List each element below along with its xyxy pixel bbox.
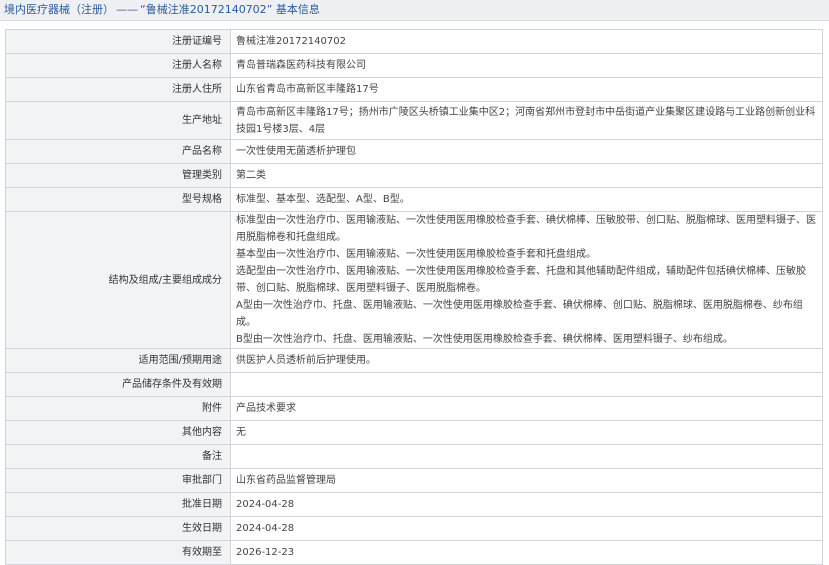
header-separator: ——: [116, 3, 138, 16]
table-row: 备注: [5, 444, 823, 469]
header-suffix: 基本信息: [275, 3, 320, 16]
row-value: 2024-04-28: [230, 516, 823, 541]
row-value: 标准型、基本型、选配型、A型、B型。: [230, 187, 823, 212]
row-value: 青岛市高新区丰隆路17号；扬州市广陵区头桥镇工业集中区2；河南省郑州市登封市中岳…: [230, 101, 823, 140]
header-category: 境内医疗器械（注册）: [4, 3, 114, 16]
row-value: [230, 444, 823, 469]
table-row: 有效期至 2026-12-23: [5, 540, 823, 565]
row-label: 注册证编号: [5, 29, 231, 54]
info-table-wrapper: 注册证编号 鲁械注准20172140702 注册人名称 青岛普瑞森医药科技有限公…: [0, 21, 829, 565]
table-row: 生产地址 青岛市高新区丰隆路17号；扬州市广陵区头桥镇工业集中区2；河南省郑州市…: [5, 101, 823, 140]
row-value: 无: [230, 420, 823, 445]
row-value: 供医护人员透析前后护理使用。: [230, 348, 823, 373]
composition-line: 基本型由一次性治疗巾、医用输液贴、一次性使用医用橡胶检查手套和托盘组成。: [236, 249, 596, 260]
row-label: 注册人名称: [5, 53, 231, 78]
row-label: 管理类别: [5, 163, 231, 188]
table-row: 型号规格 标准型、基本型、选配型、A型、B型。: [5, 187, 823, 212]
row-value: 产品技术要求: [230, 396, 823, 421]
table-row: 批准日期 2024-04-28: [5, 492, 823, 517]
row-label: 生效日期: [5, 516, 231, 541]
row-label: 有效期至: [5, 540, 231, 565]
composition-line: 标准型由一次性治疗巾、医用输液贴、一次性使用医用橡胶检查手套、碘伏棉棒、压敏胶带…: [236, 215, 816, 243]
table-row: 结构及组成/主要组成成分 标准型由一次性治疗巾、医用输液贴、一次性使用医用橡胶检…: [5, 211, 823, 349]
row-value: 一次性使用无菌透析护理包: [230, 139, 823, 164]
table-row: 生效日期 2024-04-28: [5, 516, 823, 541]
table-row: 产品储存条件及有效期: [5, 372, 823, 397]
page-header: 境内医疗器械（注册） —— “鲁械注准20172140702” 基本信息: [0, 0, 829, 21]
composition-line: 选配型由一次性治疗巾、医用输液贴、一次性使用医用橡胶检查手套、托盘和其他辅助配件…: [236, 266, 806, 294]
row-label: 审批部门: [5, 468, 231, 493]
row-label: 型号规格: [5, 187, 231, 212]
row-label: 其他内容: [5, 420, 231, 445]
row-label: 产品储存条件及有效期: [5, 372, 231, 397]
table-row: 适用范围/预期用途 供医护人员透析前后护理使用。: [5, 348, 823, 373]
row-label: 批准日期: [5, 492, 231, 517]
row-label: 附件: [5, 396, 231, 421]
table-row: 注册人住所 山东省青岛市高新区丰隆路17号: [5, 77, 823, 102]
row-value: 2026-12-23: [230, 540, 823, 565]
row-value: 鲁械注准20172140702: [230, 29, 823, 54]
row-label: 结构及组成/主要组成成分: [5, 211, 231, 349]
row-value: 山东省青岛市高新区丰隆路17号: [230, 77, 823, 102]
header-record-title: “鲁械注准20172140702”: [140, 3, 273, 16]
row-value: 山东省药品监督管理局: [230, 468, 823, 493]
row-value: 第二类: [230, 163, 823, 188]
row-label: 产品名称: [5, 139, 231, 164]
table-row: 产品名称 一次性使用无菌透析护理包: [5, 139, 823, 164]
table-row: 审批部门 山东省药品监督管理局: [5, 468, 823, 493]
table-row: 附件 产品技术要求: [5, 396, 823, 421]
row-label: 适用范围/预期用途: [5, 348, 231, 373]
row-value: 标准型由一次性治疗巾、医用输液贴、一次性使用医用橡胶检查手套、碘伏棉棒、压敏胶带…: [230, 211, 823, 349]
table-row: 注册证编号 鲁械注准20172140702: [5, 29, 823, 54]
row-value: [230, 372, 823, 397]
row-label: 生产地址: [5, 101, 231, 140]
table-row: 管理类别 第二类: [5, 163, 823, 188]
row-value: 2024-04-28: [230, 492, 823, 517]
registration-info-table: 注册证编号 鲁械注准20172140702 注册人名称 青岛普瑞森医药科技有限公…: [5, 29, 823, 565]
row-value: 青岛普瑞森医药科技有限公司: [230, 53, 823, 78]
row-label: 备注: [5, 444, 231, 469]
table-row: 注册人名称 青岛普瑞森医药科技有限公司: [5, 53, 823, 78]
row-label: 注册人住所: [5, 77, 231, 102]
table-row: 其他内容 无: [5, 420, 823, 445]
composition-line: A型由一次性治疗巾、托盘、医用输液贴、一次性使用医用橡胶检查手套、碘伏棉棒、创口…: [236, 300, 803, 328]
composition-line: B型由一次性治疗巾、托盘、医用输液贴、一次性使用医用橡胶检查手套、碘伏棉棒、医用…: [236, 334, 733, 345]
